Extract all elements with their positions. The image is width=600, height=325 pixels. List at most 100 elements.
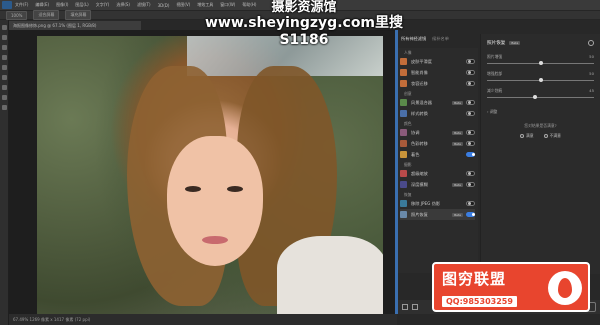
lasso-tool-icon[interactable] (2, 45, 7, 50)
filter-toggle[interactable] (466, 100, 475, 105)
badge-qq: QQ:985303259 (442, 296, 517, 307)
document-tab[interactable]: 海报图像修饰.png @ 67.1% (图层 1, RGB/8) (9, 21, 141, 30)
menu-3d[interactable]: 3D(D) (158, 3, 170, 8)
watermark-badge: 图穷联盟 QQ:985303259 (432, 262, 590, 312)
filter-label: 皮肤平滑度 (411, 58, 432, 64)
menu-select[interactable]: 选择(S) (116, 2, 130, 8)
menu-file[interactable]: 文件(F) (15, 2, 28, 8)
filter-skin-smoothing[interactable]: 皮肤平滑度 (400, 56, 475, 67)
preview-toggle-icon[interactable] (402, 304, 408, 310)
filter-toggle[interactable] (466, 130, 475, 135)
fit-screen-button[interactable]: 适合屏幕 (33, 10, 60, 20)
menu-edit[interactable]: 编辑(E) (35, 2, 49, 8)
beta-badge: Beta (452, 212, 463, 217)
filter-toggle[interactable] (466, 141, 475, 146)
filter-toggle[interactable] (466, 111, 475, 116)
filter-color-transfer[interactable]: 色彩转移 Beta (400, 138, 475, 149)
status-bar: 67.49% 1269 像素 x 1417 像素 (72 ppi) (9, 314, 397, 325)
watermark-url: www.sheyingzyg.com里搜S1186 (204, 15, 404, 48)
filter-label: 妆容迁移 (411, 80, 428, 86)
colorize-filter-icon (400, 151, 407, 158)
harmony-filter-icon (400, 129, 407, 136)
filter-label: 超级缩放 (411, 170, 428, 176)
radio-unsatisfied[interactable]: 不满意 (543, 133, 561, 139)
radio-label: 满意 (526, 133, 534, 138)
filter-label: 智能肖像 (411, 69, 428, 75)
menu-type[interactable]: 文字(Y) (96, 2, 110, 8)
style-filter-icon (400, 110, 407, 117)
filter-label: 着色 (411, 151, 420, 157)
eraser-tool-icon[interactable] (2, 75, 7, 80)
filter-jpeg-artifacts[interactable]: 移除 JPEG 伪影 (400, 198, 475, 209)
tab-waitlist[interactable]: 候补名单 (432, 36, 449, 42)
slider-track[interactable] (487, 78, 594, 82)
depth-blur-icon (400, 181, 407, 188)
photo-fur-collar (277, 236, 383, 314)
zoom-value[interactable]: 100% (6, 10, 28, 20)
filter-toggle[interactable] (466, 201, 475, 206)
slider-value: 45 (589, 88, 594, 93)
marquee-tool-icon[interactable] (2, 35, 7, 40)
watermark-banner: 摄影资源馆 www.sheyingzyg.com里搜S1186 (188, 0, 420, 49)
adjustments-label: 调整 (489, 109, 498, 114)
layers-icon[interactable] (412, 304, 418, 310)
move-tool-icon[interactable] (2, 25, 7, 30)
skin-filter-icon (400, 58, 407, 65)
slider-knob[interactable] (538, 78, 543, 82)
zoom-tool-icon[interactable] (2, 105, 7, 110)
slider-photo-enhance[interactable]: 照片增强 50 (487, 54, 594, 65)
canvas-area[interactable] (9, 30, 397, 314)
beta-badge: Beta (452, 182, 463, 187)
badge-title: 图穷联盟 (442, 270, 507, 288)
beta-badge: Beta (452, 141, 463, 146)
menu-image[interactable]: 图像(I) (56, 2, 68, 8)
ps-logo-icon (2, 1, 12, 9)
fill-screen-button[interactable]: 填充屏幕 (65, 10, 92, 20)
slider-knob[interactable] (533, 95, 538, 99)
filter-toggle[interactable] (466, 59, 475, 64)
filter-makeup-transfer[interactable]: 妆容迁移 (400, 78, 475, 89)
filter-style-transfer[interactable]: 样式转换 (400, 108, 475, 119)
slider-knob[interactable] (538, 61, 543, 65)
crop-tool-icon[interactable] (2, 55, 7, 60)
beta-badge: Beta (509, 41, 521, 45)
photo-lips (202, 236, 228, 244)
filter-label: 移除 JPEG 伪影 (411, 200, 441, 206)
slider-track[interactable] (487, 95, 594, 99)
filter-landscape-mixer[interactable]: 风景混合器 Beta (400, 97, 475, 108)
slider-track[interactable] (487, 61, 594, 65)
filter-toggle[interactable] (466, 81, 475, 86)
filter-toggle[interactable] (466, 70, 475, 75)
adjustments-section[interactable]: › 调整 (487, 109, 594, 115)
slider-scratch-reduction[interactable]: 减少划痕 45 (487, 88, 594, 99)
filter-label: 风景混合器 (411, 99, 432, 105)
filter-super-zoom[interactable]: 超级缩放 (400, 168, 475, 179)
radio-label: 不满意 (549, 133, 561, 138)
gear-icon[interactable] (588, 40, 594, 46)
filter-settings-panel: 照片恢复 Beta 照片增强 50 增强脸部 50 减少划痕 45 › 调整 您对结果… (480, 34, 600, 274)
beta-badge: Beta (452, 100, 463, 105)
radio-satisfied[interactable]: 满意 (520, 133, 534, 139)
tab-all-filters[interactable]: 所有神经滤镜 (401, 36, 426, 42)
brush-tool-icon[interactable] (2, 65, 7, 70)
hand-tool-icon[interactable] (2, 95, 7, 100)
filter-harmonization[interactable]: 协调 Beta (400, 127, 475, 138)
filter-toggle[interactable] (466, 171, 475, 176)
photo-face (167, 136, 263, 266)
filter-toggle[interactable] (466, 212, 475, 217)
slider-label: 减少划痕 (487, 88, 503, 93)
filter-smart-portrait[interactable]: 智能肖像 (400, 67, 475, 78)
jpeg-filter-icon (400, 200, 407, 207)
photo-eye-right (227, 186, 243, 192)
filter-toggle[interactable] (466, 182, 475, 187)
filter-label: 照片恢复 (411, 211, 428, 217)
menu-filter[interactable]: 滤镜(T) (137, 2, 151, 8)
slider-enhance-face[interactable]: 增强脸部 50 (487, 71, 594, 82)
filter-depth-blur[interactable]: 深度模糊 Beta (400, 179, 475, 190)
filter-photo-restoration[interactable]: 照片恢复 Beta (400, 209, 475, 220)
menu-layer[interactable]: 图层(L) (75, 2, 88, 8)
filter-colorize[interactable]: 着色 (400, 149, 475, 160)
filter-toggle[interactable] (466, 152, 475, 157)
text-tool-icon[interactable] (2, 85, 7, 90)
slider-value: 50 (589, 54, 594, 59)
